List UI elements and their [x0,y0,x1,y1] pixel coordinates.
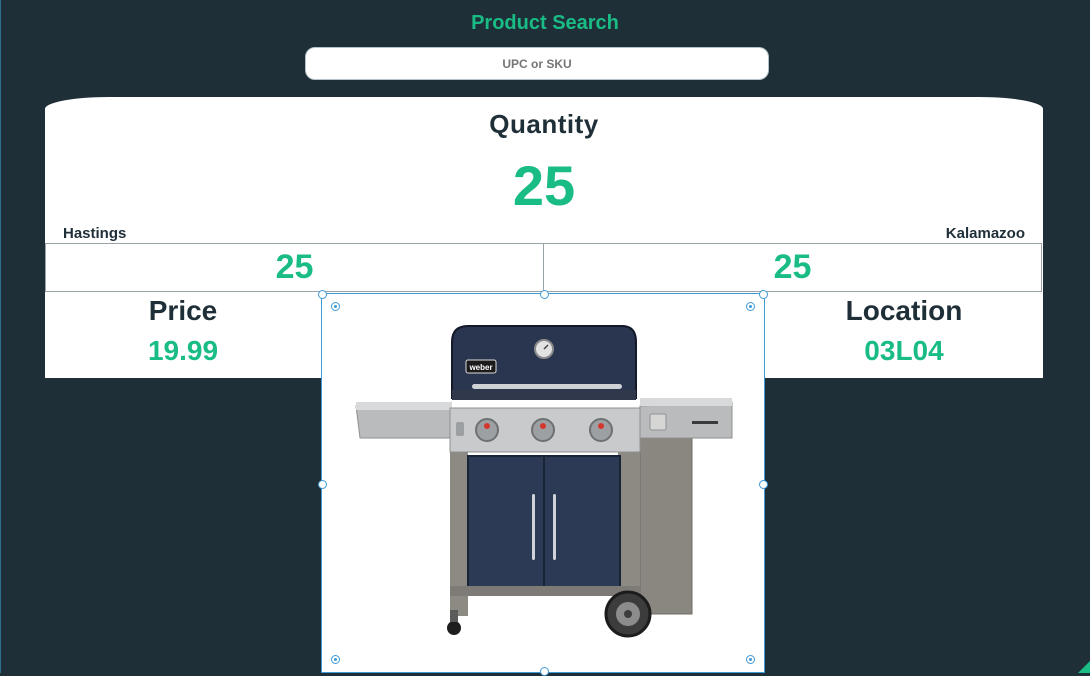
page-title: Product Search [471,12,619,34]
quantity-label: Quantity [489,109,599,139]
resize-handle-right[interactable] [759,480,768,489]
quantity-total: 25 [512,154,576,217]
svg-text:weber: weber [468,363,492,372]
store-quantity-hastings: 25 [275,248,314,286]
anchor-point-bottom-right[interactable] [746,655,755,664]
corner-marker [1078,661,1090,673]
store-name-hastings: Hastings [63,225,127,242]
store-quantity-kalamazoo: 25 [543,244,1041,291]
resize-handle-left[interactable] [318,480,327,489]
resize-handle-top[interactable] [540,290,549,299]
search-input[interactable] [305,47,769,80]
resize-handle-top-right[interactable] [759,290,768,299]
resize-handle-bottom[interactable] [540,667,549,676]
store-name-kalamazoo: Kalamazoo [945,225,1025,242]
price-box: Price 19.99 [45,293,321,367]
location-box: Location 03L04 [765,293,1043,367]
location-label: Location [845,295,963,326]
anchor-point-top-right[interactable] [746,302,755,311]
product-image-frame[interactable]: weber [318,290,768,676]
price-value: 19.99 [147,335,219,366]
store-quantity-row: 25 25 [45,243,1042,292]
anchor-point-bottom-left[interactable] [331,655,340,664]
grill-image: weber [355,325,733,638]
anchor-point-top-left[interactable] [331,302,340,311]
resize-handle-top-left[interactable] [318,290,327,299]
location-value: 03L04 [864,335,944,366]
price-label: Price [148,295,218,326]
